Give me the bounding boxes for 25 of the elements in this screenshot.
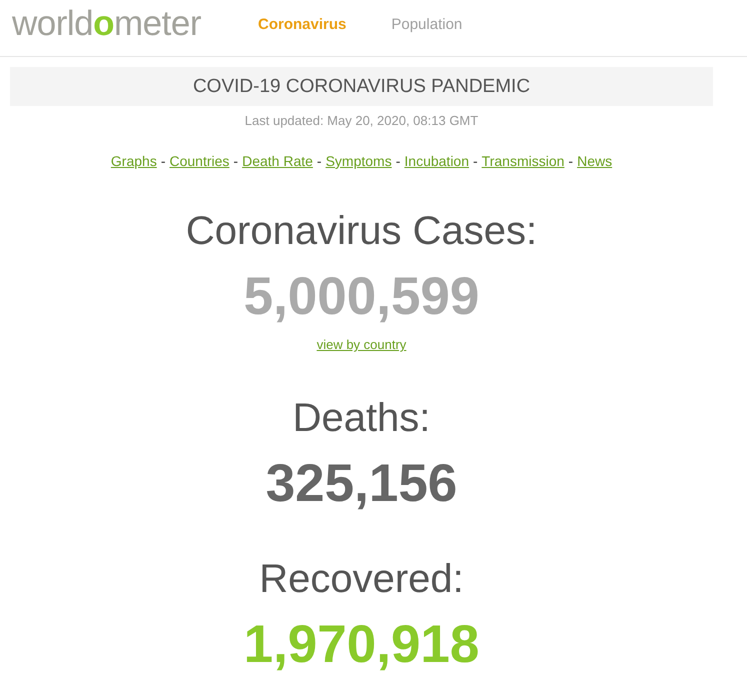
link-separator: - — [316, 153, 322, 169]
section-link[interactable]: News — [577, 153, 612, 169]
section-link[interactable]: Death Rate — [242, 153, 313, 169]
section-link[interactable]: Transmission — [482, 153, 564, 169]
nav-tab[interactable]: Population — [391, 16, 462, 34]
country-link[interactable]: view by country — [316, 337, 406, 352]
link-separator: - — [473, 153, 478, 169]
link-separator: - — [568, 153, 574, 169]
link-separator: - — [396, 153, 400, 169]
nav-tab[interactable]: Coronavirus — [258, 16, 346, 34]
section-link[interactable]: Countries — [170, 153, 230, 169]
counter-label: Deaths: — [292, 395, 432, 441]
counter-value: 5,000,599 — [242, 267, 480, 327]
link-separator: - — [160, 153, 166, 169]
section-link[interactable]: Incubation — [404, 153, 469, 169]
counter-value: 1,970,918 — [242, 615, 480, 675]
section-link[interactable]: Graphs — [110, 153, 157, 169]
counter-label: Coronavirus Cases: — [184, 208, 538, 254]
section-link[interactable]: Symptoms — [326, 153, 392, 169]
link-separator: - — [233, 153, 238, 169]
site-logo[interactable]: worldometer — [12, 4, 201, 44]
last-updated-text: Last updated: May 20, 2020, 08:13 GMT — [244, 113, 480, 129]
counter-value: 325,156 — [264, 454, 458, 514]
page-title-banner: COVID-19 CORONAVIRUS PANDEMIC — [10, 67, 713, 106]
counter-label: Recovered: — [258, 556, 465, 602]
